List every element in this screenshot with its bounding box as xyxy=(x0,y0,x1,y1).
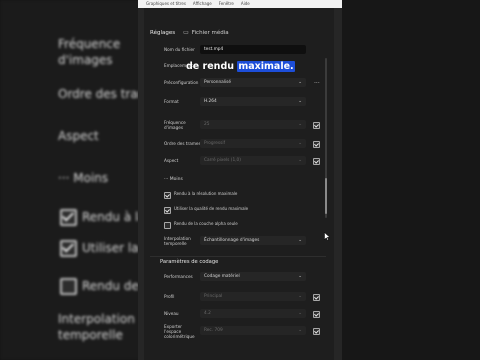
aspect-label: Aspect xyxy=(164,158,179,163)
bg-label-dimages: d'images xyxy=(58,53,113,67)
format-dropdown[interactable]: H.264 ⌄ xyxy=(200,97,306,106)
render-max-res-checkbox[interactable] xyxy=(164,192,171,199)
format-value: H.264 xyxy=(204,99,217,104)
aspect-dropdown[interactable]: Carré pixels (1,0) ⌄ xyxy=(200,156,306,165)
menu-aide[interactable]: Aide xyxy=(241,0,250,8)
menu-bar: Graphiques et titres Affichage Fenêtre A… xyxy=(138,0,342,8)
menu-affichage[interactable]: Affichage xyxy=(193,0,212,8)
bg-label-moins: ··· Moins xyxy=(58,171,109,185)
performance-dropdown[interactable]: Codage matériel ⌄ xyxy=(200,272,306,281)
file-name-label: Nom du fichier xyxy=(164,47,195,52)
chevron-down-icon: ⌄ xyxy=(298,238,302,243)
settings-title: Réglages xyxy=(150,29,176,36)
frame-rate-checkbox[interactable] xyxy=(313,122,320,129)
frame-rate-value: 25 xyxy=(204,122,210,127)
alpha-only-checkbox[interactable] xyxy=(164,222,171,229)
chevron-down-icon: ⌄ xyxy=(298,141,302,146)
interpolation-dropdown[interactable]: Échantillonnage d'images ⌄ xyxy=(200,236,306,245)
chevron-down-icon: ⌄ xyxy=(298,80,302,85)
profile-value: Principal xyxy=(204,294,223,299)
right-strip xyxy=(334,8,342,360)
bg-label-aspect: Aspect xyxy=(58,129,99,143)
chevron-down-icon: ⌄ xyxy=(298,294,302,299)
right-panel xyxy=(342,0,480,360)
bg-checkbox-3 xyxy=(60,278,77,295)
interpolation-value: Échantillonnage d'images xyxy=(204,238,260,243)
file-name-input[interactable]: test.mp4 xyxy=(200,45,306,54)
level-checkbox[interactable] xyxy=(313,311,320,318)
performance-label: Performances xyxy=(164,274,193,279)
profile-dropdown[interactable]: Principal ⌄ xyxy=(200,292,306,301)
bg-label-frequence: Fréquence xyxy=(58,37,121,51)
level-dropdown[interactable]: 4.2 ⌄ xyxy=(200,309,306,318)
export-settings-panel: Graphiques et titres Affichage Fenêtre A… xyxy=(138,0,342,360)
bg-checkbox-2 xyxy=(60,240,77,257)
preset-label: Préconfiguration xyxy=(164,80,199,85)
profile-checkbox[interactable] xyxy=(313,294,320,301)
alpha-only-label: Rendu de la couche alpha seule xyxy=(174,221,238,226)
video-caption: de rendu maximale. xyxy=(186,61,295,72)
menu-fenetre[interactable]: Fenêtre xyxy=(219,0,234,8)
aspect-value: Carré pixels (1,0) xyxy=(204,158,241,163)
bg-label-temporelle: temporelle xyxy=(58,328,123,342)
preset-value: Personnalisé xyxy=(204,80,232,85)
settings-header: Réglages ▭ Fichier média xyxy=(150,29,229,36)
field-order-label: Ordre des trames xyxy=(164,141,201,146)
bg-label-interpolation: Interpolation xyxy=(58,312,135,326)
render-max-res-label: Rendu à la résolution maximale xyxy=(174,191,238,196)
export-colorspace-label: Exporter l'espace colorimétrique xyxy=(164,324,195,339)
encoding-section-title: Paramètres de codage xyxy=(160,259,219,265)
level-value: 4.2 xyxy=(204,311,211,316)
chevron-down-icon: ⌄ xyxy=(298,122,302,127)
export-colorspace-checkbox[interactable] xyxy=(313,328,320,335)
more-options-icon[interactable]: ··· xyxy=(314,80,320,87)
left-strip xyxy=(138,8,144,360)
frame-rate-dropdown[interactable]: 25 ⌄ xyxy=(200,120,306,129)
interpolation-label: Interpolation temporelle xyxy=(164,236,191,246)
performance-value: Codage matériel xyxy=(204,274,240,279)
chevron-down-icon: ⌄ xyxy=(298,274,302,279)
max-render-quality-checkbox[interactable] xyxy=(164,207,171,214)
format-label: Format xyxy=(164,99,179,104)
scrollbar-thumb[interactable] xyxy=(325,178,327,214)
caption-text: de rendu xyxy=(186,61,235,72)
file-icon: ▭ xyxy=(183,29,189,36)
field-order-value: Progressif xyxy=(204,141,226,146)
section-divider xyxy=(150,256,326,257)
tab-fichier-media-label: Fichier média xyxy=(191,29,229,36)
tab-fichier-media[interactable]: ▭ Fichier média xyxy=(183,29,229,36)
chevron-down-icon: ⌄ xyxy=(298,311,302,316)
menu-graphiques[interactable]: Graphiques et titres xyxy=(146,0,186,8)
preset-dropdown[interactable]: Personnalisé ⌄ xyxy=(200,78,306,87)
field-order-checkbox[interactable] xyxy=(313,141,320,148)
caption-highlight: maximale. xyxy=(237,61,295,72)
field-order-dropdown[interactable]: Progressif ⌄ xyxy=(200,139,306,148)
moins-toggle[interactable]: ··· Moins xyxy=(164,177,183,182)
bg-checkbox-1 xyxy=(60,209,77,226)
frame-rate-label: Fréquence d'images xyxy=(164,120,186,130)
export-colorspace-value: Rec. 709 xyxy=(204,328,223,333)
chevron-down-icon: ⌄ xyxy=(298,328,302,333)
level-label: Niveau xyxy=(164,311,179,316)
chevron-down-icon: ⌄ xyxy=(298,99,302,104)
export-colorspace-dropdown[interactable]: Rec. 709 ⌄ xyxy=(200,326,306,335)
chevron-down-icon: ⌄ xyxy=(298,158,302,163)
max-render-quality-label: Utiliser la qualité de rendu maximale xyxy=(174,206,249,211)
aspect-checkbox[interactable] xyxy=(313,158,320,165)
profile-label: Profil xyxy=(164,294,175,299)
